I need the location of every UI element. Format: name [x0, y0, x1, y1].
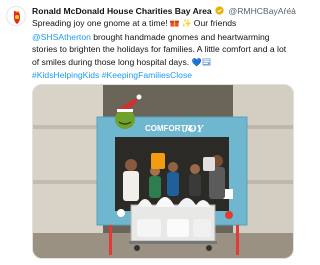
sparkle-icon: ✨ [181, 19, 192, 28]
tweet-header: Ronald McDonald House Charities Bay Area… [32, 5, 296, 17]
tweet-text-part2: Our friends [191, 18, 237, 28]
frame-text-right: JOY [182, 123, 204, 135]
verified-icon [215, 6, 224, 15]
tweet-text: Spreading joy one gnome at a time! ✨ Our… [32, 17, 294, 69]
hashtag-link[interactable]: #KidsHelpingKids [32, 70, 99, 80]
hashtags: #KidsHelpingKids #KeepingFamiliesClose [32, 69, 192, 81]
book-icon [202, 58, 211, 66]
gift-icon [170, 19, 180, 27]
tweet[interactable]: Ronald McDonald House Charities Bay Area… [0, 0, 300, 265]
hashtag-link[interactable]: #KeepingFamiliesClose [102, 70, 192, 80]
rmhc-logo-icon[interactable] [6, 6, 26, 26]
heart-icon: 💙 [191, 57, 202, 67]
tweet-photo[interactable]: COMFORT & JOY [32, 84, 294, 259]
author-name[interactable]: Ronald McDonald House Charities Bay Area [32, 6, 212, 16]
tweet-text-part1: Spreading joy one gnome at a time! [32, 18, 171, 28]
gift-cart [129, 197, 217, 251]
mention-link[interactable]: @SHSAtherton [32, 32, 91, 42]
more-icon[interactable]: ··· [284, 3, 296, 13]
